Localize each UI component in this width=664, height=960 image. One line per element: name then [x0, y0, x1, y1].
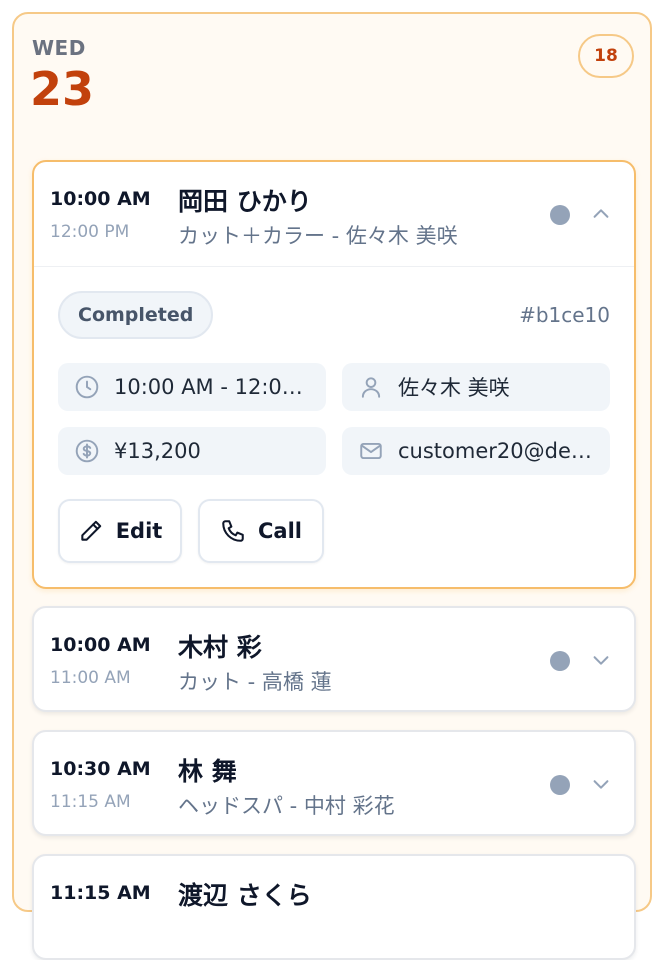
pencil-icon — [80, 520, 101, 541]
appointment-card[interactable]: 10:00 AM 12:00 PM 岡田 ひかり カット＋カラー - 佐々木 美… — [32, 160, 636, 589]
appointment-card[interactable]: 10:30 AM 11:15 AM 林 舞 ヘッドスパ - 中村 彩花 — [32, 730, 636, 836]
staff-chip: 佐々木 美咲 — [342, 363, 610, 411]
dollar-circle-icon — [75, 439, 99, 463]
appointment-card-header[interactable]: 11:15 AM 渡辺 さくら — [34, 856, 634, 958]
status-dot — [550, 651, 570, 671]
call-button-label: Call — [258, 519, 302, 543]
status-badge: Completed — [58, 291, 214, 339]
status-dot — [550, 205, 570, 225]
appointment-card-header[interactable]: 10:00 AM 11:00 AM 木村 彩 カット - 高橋 蓮 — [34, 608, 634, 710]
customer-name: 岡田 ひかり — [178, 187, 312, 216]
phone-icon — [222, 520, 244, 542]
day-number: 23 — [30, 62, 95, 116]
start-time: 10:00 AM — [50, 634, 151, 656]
start-time: 10:00 AM — [50, 188, 151, 210]
chevron-down-icon[interactable] — [590, 649, 612, 671]
price-text: ¥13,200 — [114, 439, 201, 463]
service-staff: ヘッドスパ - 中村 彩花 — [178, 794, 395, 818]
weekday-label: WED — [32, 36, 86, 60]
appointment-card-header[interactable]: 10:00 AM 12:00 PM 岡田 ひかり カット＋カラー - 佐々木 美… — [34, 162, 634, 266]
end-time: 12:00 PM — [50, 222, 130, 242]
time-range-text: 10:00 AM - 12:00 PM — [114, 375, 326, 399]
customer-name: 渡辺 さくら — [178, 881, 312, 910]
service-staff: カット＋カラー - 佐々木 美咲 — [178, 224, 458, 248]
appointment-card-header[interactable]: 10:30 AM 11:15 AM 林 舞 ヘッドスパ - 中村 彩花 — [34, 732, 634, 834]
customer-name: 木村 彩 — [178, 633, 262, 662]
end-time: 11:00 AM — [50, 668, 131, 688]
edit-button-label: Edit — [115, 519, 163, 543]
email-text: customer20@demo.example — [398, 439, 610, 463]
status-dot — [550, 775, 570, 795]
edit-button[interactable]: Edit — [58, 499, 182, 563]
time-range-chip: 10:00 AM - 12:00 PM — [58, 363, 326, 411]
customer-name: 林 舞 — [178, 757, 237, 786]
end-time: 11:15 AM — [50, 792, 131, 812]
user-icon — [361, 377, 381, 398]
service-staff: カット - 高橋 蓮 — [178, 670, 332, 694]
appointment-id: #b1ce10 — [519, 303, 610, 327]
appointment-card[interactable]: 10:00 AM 11:00 AM 木村 彩 カット - 高橋 蓮 — [32, 606, 636, 712]
call-button[interactable]: Call — [198, 499, 324, 563]
price-chip: ¥13,200 — [58, 427, 326, 475]
staff-text: 佐々木 美咲 — [398, 376, 510, 400]
chevron-up-icon[interactable] — [590, 203, 612, 225]
appointment-count-badge: 18 — [578, 34, 634, 78]
day-header: WED 23 18 — [14, 14, 650, 154]
clock-icon — [75, 375, 99, 399]
email-chip[interactable]: customer20@demo.example — [342, 427, 610, 475]
appointment-details: Completed #b1ce10 10:00 AM - 12:00 PM 佐々… — [34, 267, 634, 587]
mail-icon — [360, 442, 382, 460]
start-time: 11:15 AM — [50, 882, 151, 904]
day-column: WED 23 18 10:00 AM 12:00 PM 岡田 ひかり カット＋カ… — [12, 12, 652, 960]
start-time: 10:30 AM — [50, 758, 151, 780]
appointment-card[interactable]: 11:15 AM 渡辺 さくら — [32, 854, 636, 960]
chevron-down-icon[interactable] — [590, 773, 612, 795]
